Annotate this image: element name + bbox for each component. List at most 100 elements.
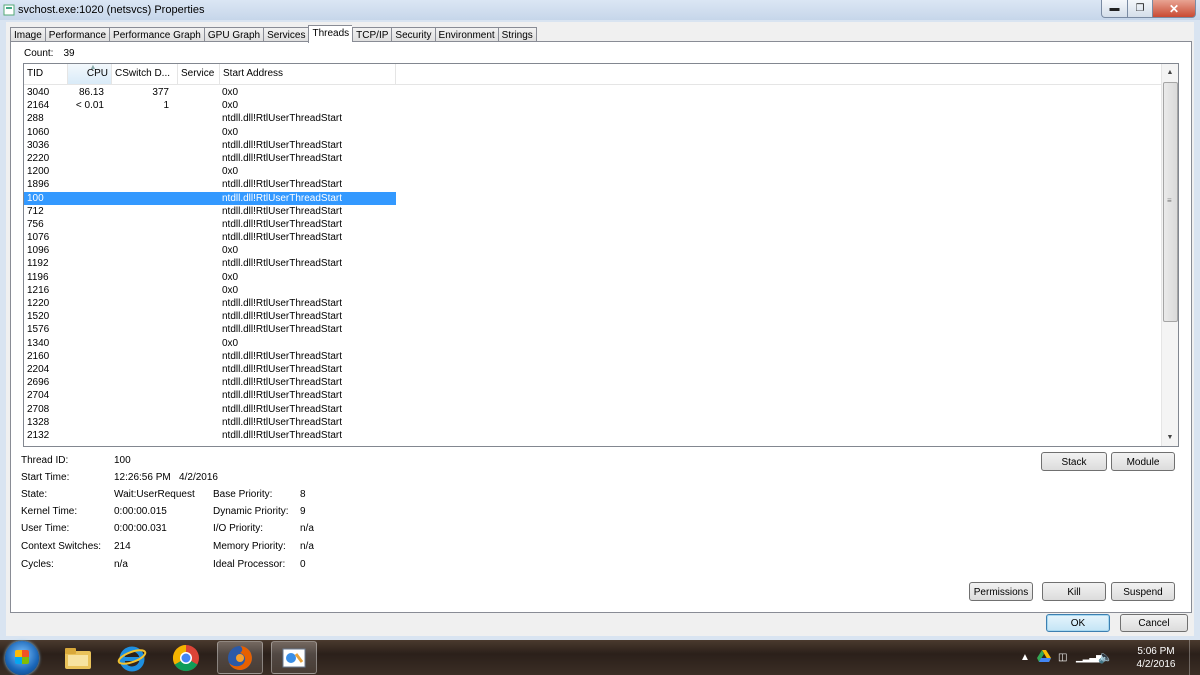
maximize-button[interactable]: ❐ [1128,0,1153,18]
kill-button[interactable]: Kill [1042,582,1106,601]
table-row[interactable]: 2132 ntdll.dll!RtlUserThreadStart [24,429,1162,442]
table-row[interactable]: 756 ntdll.dll!RtlUserThreadStart [24,218,1162,231]
minimize-button[interactable]: ▬ [1101,0,1128,18]
volume-icon[interactable]: 🔈 [1098,650,1113,664]
vertical-scrollbar[interactable]: ▲ ≡ ▼ [1161,64,1178,446]
cell-start-address: 0x0 [222,271,239,283]
show-desktop-button[interactable] [1189,640,1200,675]
start-button[interactable] [5,641,39,675]
table-row[interactable]: 2708 ntdll.dll!RtlUserThreadStart [24,403,1162,416]
table-row[interactable]: 712 ntdll.dll!RtlUserThreadStart [24,205,1162,218]
table-row[interactable]: 2704 ntdll.dll!RtlUserThreadStart [24,389,1162,402]
table-row[interactable]: 1216 0x0 [24,284,1162,297]
taskbar-process-explorer[interactable] [271,641,317,674]
table-row[interactable]: 1192 ntdll.dll!RtlUserThreadStart [24,257,1162,270]
table-row[interactable]: 2220 ntdll.dll!RtlUserThreadStart [24,152,1162,165]
table-row[interactable]: 2204 ntdll.dll!RtlUserThreadStart [24,363,1162,376]
base-priority-label: Base Priority: [213,489,273,500]
table-row[interactable]: 1520 ntdll.dll!RtlUserThreadStart [24,310,1162,323]
list-header: TID ▲ CPU CSwitch D... Service Start Addr… [24,64,1162,85]
thread-id-value: 100 [114,455,131,466]
scroll-down-icon[interactable]: ▼ [1162,429,1178,446]
table-row[interactable]: 1200 0x0 [24,165,1162,178]
memory-priority-value: n/a [300,541,314,552]
cell-start-address: ntdll.dll!RtlUserThreadStart [222,152,343,164]
cell-tid: 1060 [27,126,50,138]
title-bar[interactable]: svchost.exe:1020 (netsvcs) Properties ▬ … [0,0,1200,20]
taskbar-file-explorer[interactable] [55,641,101,674]
stack-button[interactable]: Stack [1041,452,1107,471]
show-hidden-icons-icon[interactable]: ▲ [1020,652,1030,663]
taskbar-clock[interactable]: 5:06 PM 4/2/2016 [1126,645,1186,671]
cell-start-address: ntdll.dll!RtlUserThreadStart [222,311,343,323]
dialog-client: Image Performance Performance Graph GPU Gra… [6,22,1194,636]
table-row[interactable]: 1340 0x0 [24,337,1162,350]
thread-rows: 3040 86.13 377 0x0 2164 < 0.01 1 0x0 288 ntdll.dl… [24,86,1162,442]
cell-start-address: ntdll.dll!RtlUserThreadStart [222,139,343,151]
scroll-up-icon[interactable]: ▲ [1162,64,1178,81]
threads-tab-panel: Count: 39 TID ▲ CPU CSwitch D... Service S… [10,41,1192,613]
internet-explorer-icon [117,646,147,671]
table-row[interactable]: 2164 < 0.01 1 0x0 [24,99,1162,112]
taskbar-firefox[interactable] [217,641,263,674]
table-row[interactable]: 1220 ntdll.dll!RtlUserThreadStart [24,297,1162,310]
tab-threads[interactable]: Threads [308,25,353,43]
table-row[interactable]: 1576 ntdll.dll!RtlUserThreadStart [24,323,1162,336]
close-icon: ✕ [1168,1,1180,16]
app-icon [3,4,15,16]
clock-time: 5:06 PM [1137,646,1175,657]
taskbar-internet-explorer[interactable] [109,641,155,674]
cell-tid: 288 [27,113,44,125]
column-header-start-address[interactable]: Start Address [220,64,396,84]
usb-device-icon[interactable]: ◫ [1058,652,1067,663]
permissions-button[interactable]: Permissions [969,582,1033,601]
table-row[interactable]: 288 ntdll.dll!RtlUserThreadStart [24,112,1162,125]
cycles-label: Cycles: [21,559,54,570]
cell-start-address: ntdll.dll!RtlUserThreadStart [222,363,343,375]
table-row[interactable]: 1060 0x0 [24,126,1162,139]
minimize-icon: ▬ [1109,3,1120,14]
cell-tid: 2164 [27,100,50,112]
column-header-service[interactable]: Service [178,64,220,84]
close-button[interactable]: ✕ [1153,0,1196,18]
cell-start-address: 0x0 [222,126,239,138]
cancel-button[interactable]: Cancel [1120,614,1188,632]
table-row[interactable]: 1328 ntdll.dll!RtlUserThreadStart [24,416,1162,429]
sort-indicator-icon: ▲ [89,64,97,71]
table-row[interactable]: 100 ntdll.dll!RtlUserThreadStart [24,191,396,205]
table-row[interactable]: 1076 ntdll.dll!RtlUserThreadStart [24,231,1162,244]
io-priority-label: I/O Priority: [213,523,264,534]
table-row[interactable]: 1896 ntdll.dll!RtlUserThreadStart [24,178,1162,191]
scroll-thumb[interactable]: ≡ [1163,82,1178,322]
table-row[interactable]: 2160 ntdll.dll!RtlUserThreadStart [24,350,1162,363]
cell-start-address: ntdll.dll!RtlUserThreadStart [222,298,343,309]
cell-cswitch: 377 [152,87,169,98]
cell-tid: 1896 [27,179,50,191]
column-header-tid[interactable]: TID [24,64,68,84]
column-header-cswitch[interactable]: CSwitch D... [112,64,178,84]
process-explorer-icon [282,648,306,667]
module-button[interactable]: Module [1111,452,1175,471]
cell-tid: 2160 [27,350,50,362]
taskbar-chrome[interactable] [163,641,209,674]
table-row[interactable]: 1096 0x0 [24,244,1162,257]
cell-tid: 2132 [27,429,50,441]
cell-tid: 2204 [27,363,50,375]
table-row[interactable]: 2696 ntdll.dll!RtlUserThreadStart [24,376,1162,389]
cell-start-address: ntdll.dll!RtlUserThreadStart [222,179,343,191]
threads-list[interactable]: TID ▲ CPU CSwitch D... Service Start Addr… [23,63,1179,447]
ok-button[interactable]: OK [1046,614,1110,632]
google-drive-icon[interactable] [1037,650,1051,663]
column-header-cpu[interactable]: ▲ CPU [68,64,112,84]
table-row[interactable]: 1196 0x0 [24,271,1162,284]
cell-tid: 1220 [27,298,50,309]
io-priority-value: n/a [300,523,314,534]
cell-start-address: ntdll.dll!RtlUserThreadStart [222,350,343,362]
table-row[interactable]: 3040 86.13 377 0x0 [24,86,1162,99]
cell-start-address: ntdll.dll!RtlUserThreadStart [222,258,343,270]
cell-start-address: 0x0 [222,245,239,257]
table-row[interactable]: 3036 ntdll.dll!RtlUserThreadStart [24,139,1162,152]
count-label: Count: [24,48,54,59]
suspend-button[interactable]: Suspend [1111,582,1175,601]
cell-start-address: ntdll.dll!RtlUserThreadStart [222,429,343,441]
